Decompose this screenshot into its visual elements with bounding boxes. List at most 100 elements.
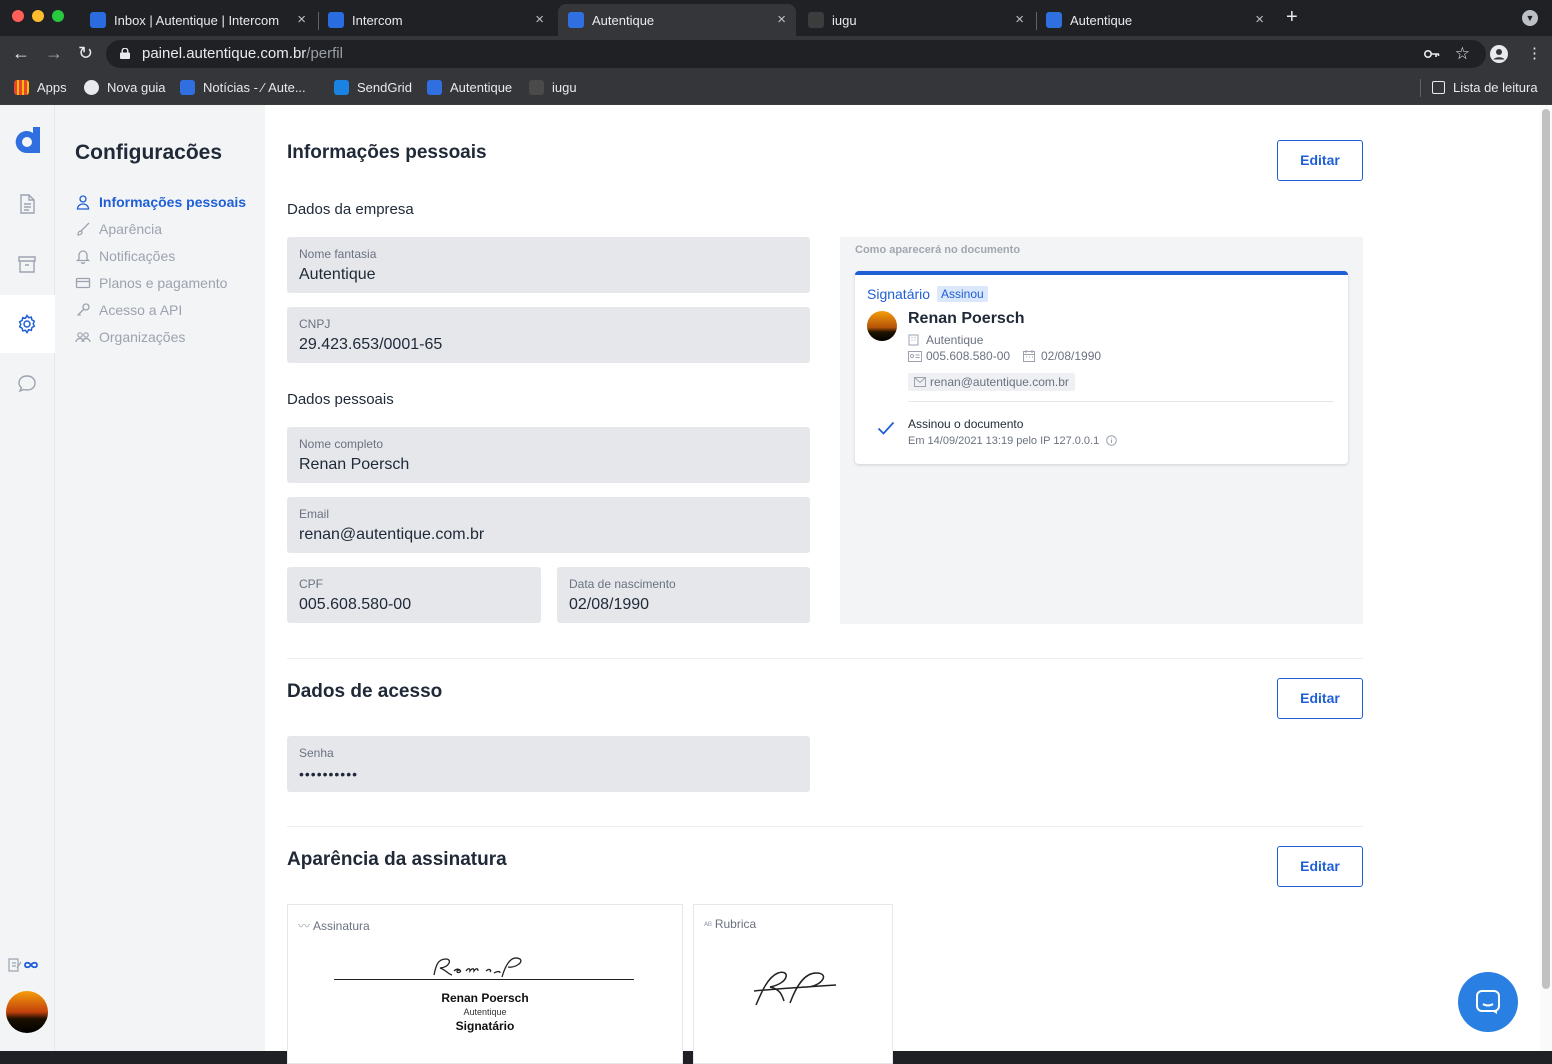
- tab-search-icon[interactable]: ▼: [1522, 10, 1538, 26]
- signer-role: Signatário: [867, 286, 931, 302]
- bookmark-label: Apps: [37, 80, 67, 95]
- signed-detail: Em 14/09/2021 13:19 pelo IP 127.0.0.1: [908, 435, 1100, 447]
- bookmark-label: Autentique: [450, 80, 513, 95]
- documents-icon[interactable]: [16, 193, 38, 215]
- maximize-window-icon[interactable]: [52, 10, 64, 22]
- field-value: Autentique: [299, 266, 376, 283]
- bookmark-autentique[interactable]: Autentique: [427, 80, 512, 95]
- close-tab-icon[interactable]: ×: [297, 11, 306, 28]
- sidebar-item-label: Informações pessoais: [99, 194, 247, 210]
- sidebar-item-api-access[interactable]: Acesso a API: [75, 302, 182, 318]
- signed-status: Assinou o documento: [908, 417, 1024, 431]
- bookmark-label: Nova guia: [107, 80, 166, 95]
- bookmark-star-icon[interactable]: ☆: [1455, 40, 1470, 68]
- archive-icon[interactable]: [16, 253, 38, 275]
- edit-personal-info-button[interactable]: Editar: [1277, 140, 1363, 181]
- document-preview-panel: Como aparecerá no documento Signatário A…: [840, 237, 1363, 624]
- sidebar-item-personal-info[interactable]: Informações pessoais: [75, 194, 246, 210]
- scrollbar-thumb[interactable]: [1542, 109, 1550, 989]
- initials-caption: ᴬᴮ Rubrica: [704, 917, 756, 931]
- forward-icon[interactable]: →: [45, 43, 63, 64]
- preview-caption: Como aparecerá no documento: [855, 244, 1021, 256]
- edit-access-button[interactable]: Editar: [1277, 678, 1363, 719]
- close-tab-icon[interactable]: ×: [535, 11, 544, 28]
- browser-tab-iugu[interactable]: iugu ×: [798, 4, 1034, 36]
- company-section-heading: Dados da empresa: [287, 201, 414, 218]
- field-label: CNPJ: [299, 317, 331, 331]
- browser-tab-autentique-active[interactable]: Autentique ×: [558, 4, 796, 36]
- bookmark-noticias[interactable]: Notícias - ⁄ Aute...: [180, 80, 306, 95]
- app-root: Configuracões Informações pessoais Aparê…: [0, 105, 1552, 1064]
- personal-info-title: Informações pessoais: [287, 142, 487, 163]
- field-value: 29.423.653/0001-65: [299, 336, 443, 353]
- tab-title: Inbox | Autentique | Intercom: [114, 12, 280, 28]
- password-key-icon[interactable]: [1424, 47, 1440, 61]
- card-divider: [908, 401, 1334, 402]
- personal-section-heading: Dados pessoais: [287, 391, 394, 408]
- minimize-window-icon[interactable]: [32, 10, 44, 22]
- sidebar-item-plans[interactable]: Planos e pagamento: [75, 275, 227, 291]
- signature-preview-box[interactable]: 〰 Assinatura Renan Poersch Autentique Sig…: [287, 904, 683, 1064]
- sidebar-item-organizations[interactable]: Organizações: [75, 329, 185, 345]
- sidebar-item-label: Notificações: [99, 248, 176, 264]
- bookmark-nova-guia[interactable]: Nova guia: [84, 80, 166, 95]
- bookmark-label: iugu: [552, 80, 577, 95]
- sidebar-item-appearance[interactable]: Aparência: [75, 221, 162, 237]
- chat-messenger-icon: [1476, 990, 1500, 1014]
- settings-title: Configuracões: [75, 141, 223, 164]
- field-label: Senha: [299, 746, 334, 760]
- unlimited-plan-icon[interactable]: [7, 956, 47, 974]
- initials-preview-box[interactable]: ᴬᴮ Rubrica: [693, 904, 893, 1064]
- signer-birth-date: 02/08/1990: [1041, 349, 1102, 363]
- tab-title: Autentique: [1070, 12, 1133, 28]
- address-bar[interactable]: painel.autentique.com.br/perfil ☆: [106, 40, 1486, 68]
- access-data-title: Dados de acesso: [287, 681, 443, 702]
- password-field[interactable]: Senha ••••••••••: [287, 736, 810, 792]
- intercom-launcher-button[interactable]: [1458, 972, 1518, 1032]
- cpf-field[interactable]: CPF 005.608.580-00: [287, 567, 541, 623]
- tab-title: Intercom: [352, 12, 403, 28]
- bookmark-apps[interactable]: Apps: [14, 80, 67, 95]
- browser-menu-icon[interactable]: ⋮: [1527, 44, 1542, 62]
- initials-caption-label: Rubrica: [714, 917, 757, 931]
- profile-icon[interactable]: [1490, 45, 1508, 63]
- key-icon: [77, 303, 90, 316]
- bookmark-label: Notícias -: [203, 80, 258, 95]
- close-tab-icon[interactable]: ×: [1255, 11, 1264, 28]
- bookmark-iugu[interactable]: iugu: [529, 80, 577, 95]
- back-icon[interactable]: ←: [12, 43, 30, 64]
- trade-name-field[interactable]: Nome fantasia Autentique: [287, 237, 810, 293]
- field-value: 02/08/1990: [569, 596, 650, 613]
- chat-bubble-icon[interactable]: [16, 373, 38, 395]
- tab-title: Autentique: [592, 12, 655, 28]
- page-scrollbar[interactable]: [1540, 105, 1552, 1051]
- close-tab-icon[interactable]: ×: [777, 11, 786, 28]
- edit-signature-button[interactable]: Editar: [1277, 846, 1363, 887]
- email-field[interactable]: Email renan@autentique.com.br: [287, 497, 810, 553]
- reload-icon[interactable]: ↻: [78, 43, 93, 64]
- new-tab-icon[interactable]: +: [1286, 6, 1298, 29]
- info-icon[interactable]: [1106, 435, 1118, 446]
- browser-tab-intercom-inbox[interactable]: Inbox | Autentique | Intercom ×: [80, 4, 316, 36]
- user-avatar[interactable]: [6, 991, 48, 1033]
- signed-detail-line: Em 14/09/2021 13:19 pelo IP 127.0.0.1: [908, 435, 1118, 447]
- cnpj-field[interactable]: CNPJ 29.423.653/0001-65: [287, 307, 810, 363]
- signer-company: Autentique: [926, 333, 984, 347]
- checkmark-icon: [877, 421, 895, 435]
- birth-date-field[interactable]: Data de nascimento 02/08/1990: [557, 567, 810, 623]
- bookmarks-bar: Apps Nova guia Notícias - ⁄ Aute... Send…: [0, 72, 1552, 105]
- reading-list-button[interactable]: Lista de leitura: [1432, 80, 1538, 95]
- close-window-icon[interactable]: [12, 10, 24, 22]
- bookmark-sendgrid[interactable]: SendGrid: [334, 80, 412, 95]
- autentique-logo-icon[interactable]: [11, 125, 43, 155]
- sidebar-item-label: Planos e pagamento: [99, 275, 228, 291]
- browser-tab-autentique[interactable]: Autentique ×: [1036, 4, 1274, 36]
- signed-badge: Assinou: [937, 286, 988, 302]
- settings-gear-icon[interactable]: [16, 313, 38, 335]
- close-tab-icon[interactable]: ×: [1015, 11, 1024, 28]
- field-label: Nome completo: [299, 437, 384, 451]
- sidebar-item-notifications[interactable]: Notificações: [75, 248, 175, 264]
- full-name-field[interactable]: Nome completo Renan Poersch: [287, 427, 810, 483]
- field-value: renan@autentique.com.br: [299, 526, 485, 543]
- browser-tab-intercom[interactable]: Intercom ×: [318, 4, 554, 36]
